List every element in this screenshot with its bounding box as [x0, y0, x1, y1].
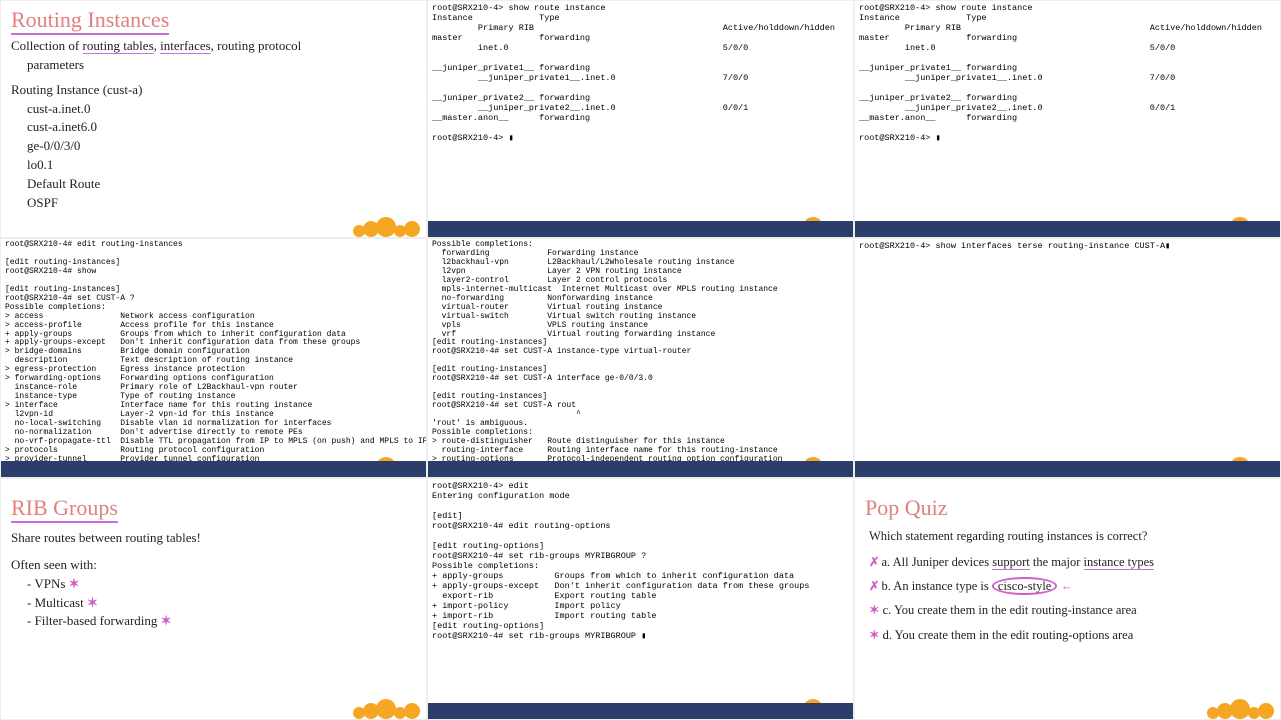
- title-text: Routing Instances: [11, 7, 169, 35]
- slide-edit-routing-instances: root@SRX210-4# edit routing-instances [e…: [0, 238, 427, 478]
- x-mark-icon: ✗: [869, 555, 879, 569]
- slide-title: Routing Instances: [1, 1, 426, 37]
- title-text: RIB Groups: [11, 495, 118, 523]
- slide-title: RIB Groups: [1, 489, 426, 525]
- slide-show-interfaces-terse: root@SRX210-4> show interfaces terse rou…: [854, 238, 1281, 478]
- slide-body: Collection of routing tables, interfaces…: [1, 37, 426, 213]
- slide-show-route-instance-2: root@SRX210-4> show route instance Insta…: [854, 0, 1281, 238]
- star-icon: ✶: [869, 628, 879, 642]
- decoration-dots: [353, 691, 420, 719]
- terminal-output: root@SRX210-4> show route instance Insta…: [428, 1, 853, 145]
- star-icon: ✶: [87, 595, 98, 610]
- arrow-icon: ←: [1060, 579, 1073, 593]
- terminal-output: Possible completions: forwarding Forward…: [428, 239, 853, 478]
- t: , routing protocol: [211, 38, 302, 53]
- slide-show-route-instance-1: root@SRX210-4> show route instance Insta…: [427, 0, 854, 238]
- decoration-dots: [1207, 691, 1274, 719]
- li: Default Route: [27, 175, 416, 194]
- slide-title: Pop Quiz: [855, 489, 1280, 523]
- footer-bar: [855, 221, 1280, 237]
- t: d. You create them in the edit routing-o…: [883, 628, 1134, 642]
- quiz-option-a: ✗a. All Juniper devices support the majo…: [869, 553, 1266, 571]
- slide-instance-type-completions: Possible completions: forwarding Forward…: [427, 238, 854, 478]
- t: a. All Juniper devices: [881, 555, 992, 569]
- subhead: Routing Instance (cust-a): [11, 81, 416, 100]
- quiz-option-b: ✗b. An instance type is cisco-style ←: [869, 577, 1266, 595]
- li: lo0.1: [27, 156, 416, 175]
- quiz-body: Which statement regarding routing instan…: [855, 523, 1280, 648]
- t: interfaces: [160, 38, 211, 54]
- t: Collection of: [11, 38, 83, 53]
- t: instance types: [1084, 555, 1154, 570]
- li: ge-0/0/3/0: [27, 137, 416, 156]
- quiz-option-d: ✶ d. You create them in the edit routing…: [869, 626, 1266, 644]
- slide-pop-quiz: Pop Quiz Which statement regarding routi…: [854, 478, 1281, 720]
- t: the major: [1030, 555, 1084, 569]
- star-icon: ✶: [869, 603, 879, 617]
- t: b. An instance type is: [881, 579, 991, 593]
- star-icon: ✶: [161, 613, 172, 628]
- slide-rib-groups: RIB Groups Share routes between routing …: [0, 478, 427, 720]
- footer-bar: [428, 703, 853, 719]
- terminal-output: root@SRX210-4> edit Entering configurati…: [428, 479, 853, 643]
- x-mark-icon: ✗: [869, 579, 879, 593]
- t: Often seen with:: [11, 556, 416, 575]
- terminal-output: root@SRX210-4> show interfaces terse rou…: [855, 239, 1280, 253]
- li: - VPNs: [27, 576, 65, 591]
- li: - Multicast: [27, 595, 84, 610]
- decoration-dots: [353, 209, 420, 237]
- footer-bar: [428, 221, 853, 237]
- star-icon: ✶: [69, 576, 80, 591]
- t: support: [992, 555, 1030, 570]
- slide-routing-instances: Routing Instances Collection of routing …: [0, 0, 427, 238]
- title-text: Pop Quiz: [865, 495, 948, 520]
- quiz-option-c: ✶ c. You create them in the edit routing…: [869, 601, 1266, 619]
- slide-rib-groups-cli: root@SRX210-4> edit Entering configurati…: [427, 478, 854, 720]
- t: Share routes between routing tables!: [11, 529, 416, 548]
- t: routing tables: [83, 38, 154, 54]
- t: c. You create them in the edit routing-i…: [883, 603, 1137, 617]
- terminal-output: root@SRX210-4> show route instance Insta…: [855, 1, 1280, 145]
- footer-bar: [1, 461, 426, 477]
- footer-bar: [428, 461, 853, 477]
- t: parameters: [27, 56, 416, 75]
- li: cust-a.inet.0: [27, 100, 416, 119]
- li: cust-a.inet6.0: [27, 118, 416, 137]
- circled-text: cisco-style: [992, 577, 1057, 595]
- terminal-output: root@SRX210-4# edit routing-instances [e…: [1, 239, 426, 478]
- li: - Filter-based forwarding: [27, 613, 157, 628]
- slide-body: Share routes between routing tables! Oft…: [1, 525, 426, 631]
- footer-bar: [855, 461, 1280, 477]
- quiz-question: Which statement regarding routing instan…: [869, 527, 1266, 545]
